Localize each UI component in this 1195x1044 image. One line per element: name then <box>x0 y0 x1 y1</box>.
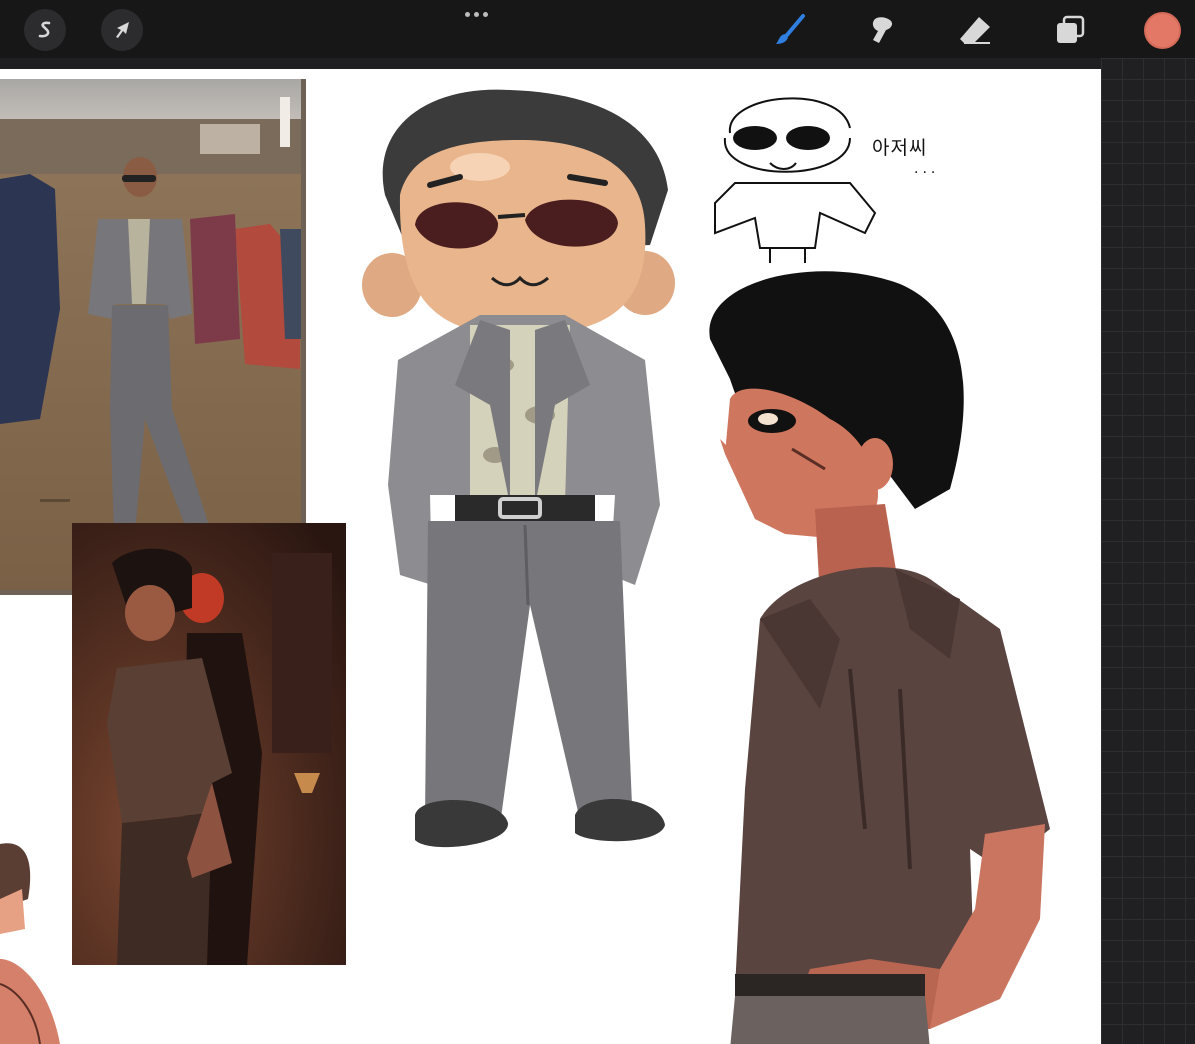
layers-icon <box>1057 15 1085 43</box>
procreate-app: 아저씨 ... <box>0 0 1195 1044</box>
arrow-cursor-icon <box>116 22 129 38</box>
sketch-note-text: 아저씨 <box>872 137 928 159</box>
more-options-button[interactable] <box>460 9 492 19</box>
reference-photo-interior <box>72 523 346 965</box>
drawing-canvas[interactable]: 아저씨 ... <box>0 69 1101 1044</box>
reference-photo-market <box>0 79 306 595</box>
smudge-tool-button[interactable] <box>862 10 902 50</box>
top-toolbar <box>0 0 1195 58</box>
eraser-tool-button[interactable] <box>955 10 995 50</box>
ellipsis-dot <box>482 11 488 17</box>
actions-button[interactable] <box>24 9 66 51</box>
brush-tool-button[interactable] <box>770 10 810 50</box>
ellipsis-dot <box>473 11 479 17</box>
smudge-icon <box>872 17 893 43</box>
sketch-note-dots: ... <box>914 161 940 177</box>
brush-icon <box>776 14 805 44</box>
selection-button[interactable] <box>101 9 143 51</box>
layers-button[interactable] <box>1050 10 1090 50</box>
workspace-background <box>1101 58 1195 1044</box>
line-sketch-drawing <box>700 83 890 267</box>
wrench-s-icon <box>38 21 51 38</box>
chibi-suit-drawing <box>360 85 690 889</box>
eraser-icon <box>960 17 990 44</box>
brown-shirt-character-drawing <box>700 269 1060 1044</box>
partial-character-drawing <box>0 839 70 1044</box>
ellipsis-icon <box>464 11 470 17</box>
color-picker-button[interactable] <box>1144 12 1181 49</box>
